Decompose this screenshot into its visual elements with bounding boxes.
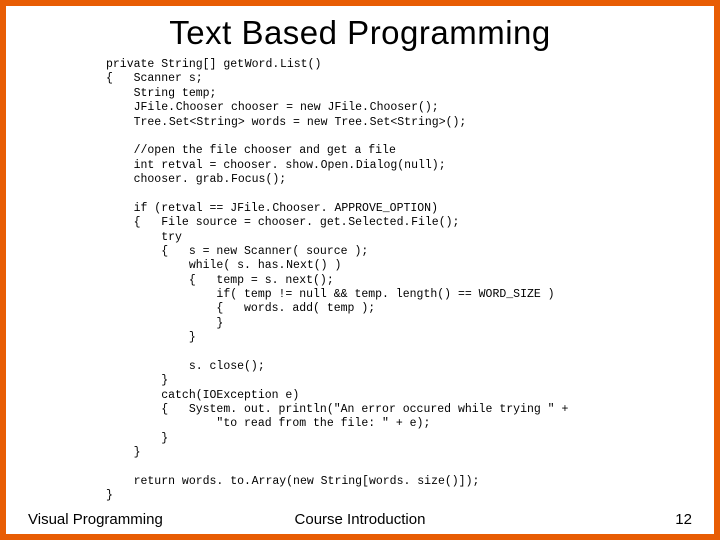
slide-footer: Visual Programming Course Introduction 1… xyxy=(26,511,694,530)
code-block: private String[] get Word. List() { Scan… xyxy=(26,58,694,513)
slide-title: Text Based Programming xyxy=(26,14,694,52)
footer-center: Course Introduction xyxy=(249,511,470,528)
page-number: 12 xyxy=(471,511,692,528)
footer-left: Visual Programming xyxy=(28,511,249,528)
slide: Text Based Programming private String[] … xyxy=(6,6,714,534)
